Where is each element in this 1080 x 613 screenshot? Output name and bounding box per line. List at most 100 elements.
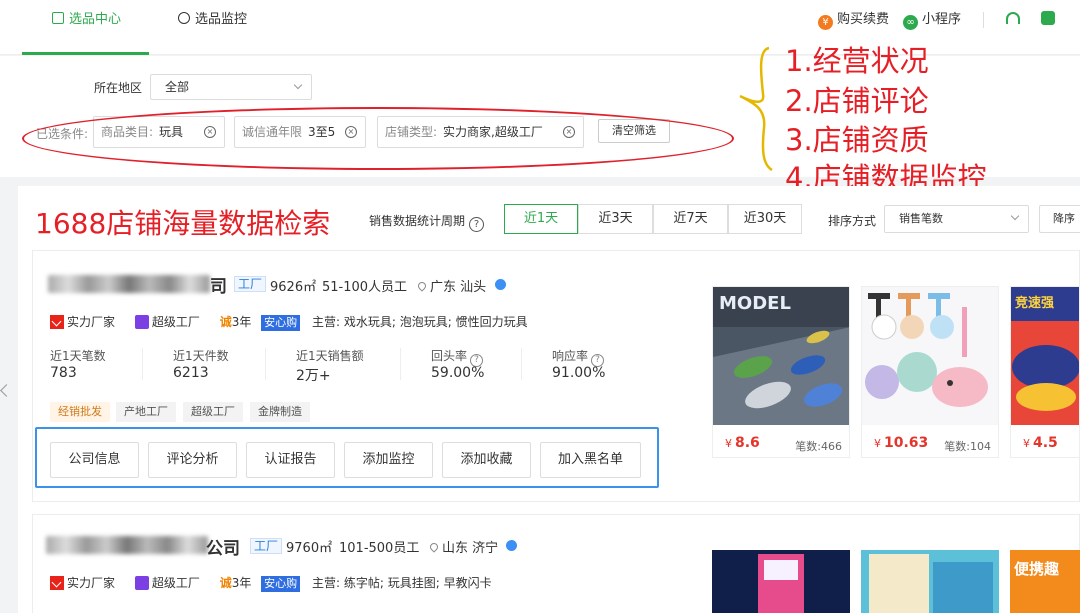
product-sales: 笔数:466 [795,438,842,454]
svg-text:便携趣: 便携趣 [1014,560,1060,578]
shop-staff: 101-500员工 [339,537,419,556]
headset-icon [1006,12,1020,24]
super-factory-icon [135,315,149,329]
period-30d[interactable]: 近30天 [728,204,802,234]
stat-label: 近1天销售额 [296,347,364,364]
product-card[interactable]: MODEL ¥8.6 笔数:466 [712,286,850,458]
location-icon [416,280,427,291]
customer-service-button[interactable] [1006,10,1020,30]
headline-annotation: 1688店铺海量数据检索 [35,202,330,242]
period-1d[interactable]: 近1天 [504,204,578,234]
stat-label: 近1天笔数 [50,347,106,364]
main-products: 主营: 练字帖; 玩具挂图; 早教闪卡 [312,576,492,590]
add-monitor-button[interactable]: 添加监控 [344,442,433,478]
product-image [862,287,999,425]
sort-label: 排序方式 [828,212,876,229]
buy-renew-link[interactable]: ¥购买续费 [818,10,889,30]
product-image[interactable] [712,550,850,613]
stat-value: 59.00% [431,365,484,381]
shop-area: 9760㎡ [286,537,332,556]
stat-label: 近1天件数 [173,347,229,364]
chip: 产地工厂 [116,402,176,422]
svg-text:竞速强: 竞速强 [1015,295,1054,311]
product-image[interactable] [861,550,999,613]
badge-row: 实力厂家 超级工厂 诚3年 安心购 主营: 戏水玩具; 泡泡玩具; 惯性回力玩具 [50,313,528,331]
product-image: MODEL [713,287,850,425]
period-7d[interactable]: 近7天 [653,204,728,234]
period-label: 销售数据统计周期? [369,212,484,232]
cheng-icon: 诚 [220,576,232,590]
brace-annotation [736,44,776,174]
strength-icon [50,315,64,329]
annotation-2: 2.店铺评论 [785,78,929,120]
product-card[interactable]: ¥10.63 笔数:104 [861,286,999,458]
period-3d[interactable]: 近3天 [578,204,653,234]
person-icon [178,12,190,24]
stat-label: 回头率? [431,347,483,367]
region-select[interactable]: 全部 [150,74,312,100]
yen-icon: ¥ [818,15,833,30]
divider [400,348,401,380]
product-price: ¥8.6 [725,435,760,451]
chip: 经销批发 [50,402,110,422]
chevron-down-icon [1011,212,1019,220]
review-analysis-button[interactable]: 评论分析 [148,442,237,478]
sort-select[interactable]: 销售笔数 [884,205,1029,233]
product-price: ¥4.5 [1023,435,1058,451]
divider [983,12,984,28]
chip: 超级工厂 [183,402,243,422]
blurred-shop-name [48,275,210,293]
shop-area: 9626㎡ [270,276,316,295]
region-label: 所在地区 [94,79,142,96]
chevron-down-icon [294,81,302,89]
chip: 金牌制造 [250,402,310,422]
divider [142,348,143,380]
factory-tag: 工厂 [250,538,282,554]
shop-staff: 51-100人员工 [322,276,407,295]
super-factory-icon [135,576,149,590]
add-blacklist-button[interactable]: 加入黑名单 [540,442,641,478]
stat-value: 2万+ [296,365,331,385]
annotation-1: 1.经营状况 [785,38,929,80]
strength-icon [50,576,64,590]
product-price: ¥10.63 [874,435,928,451]
miniapp-icon: ∞ [903,15,918,30]
shop-location: 广东 汕头 [418,276,486,295]
company-info-button[interactable]: 公司信息 [50,442,139,478]
main-products: 主营: 戏水玩具; 泡泡玩具; 惯性回力玩具 [312,315,528,329]
product-image: 竞速强 [1011,287,1080,425]
svg-text:MODEL: MODEL [719,293,791,314]
product-image[interactable]: 便携趣 [1010,550,1080,613]
annotation-3: 3.店铺资质 [785,117,929,159]
divider [521,348,522,380]
edit-icon [1041,11,1055,25]
factory-tag: 工厂 [234,276,266,292]
add-favorite-button[interactable]: 添加收藏 [442,442,531,478]
shop-name[interactable]: 司 [210,272,227,297]
shop-name[interactable]: 公司 [206,534,240,559]
shop-location: 山东 济宁 [430,537,498,556]
xin-badge: 安心购 [261,315,300,331]
sort-order-select[interactable]: 降序 [1039,205,1080,233]
mini-program-link[interactable]: ∞小程序 [903,10,961,30]
product-sales: 笔数:104 [944,438,991,454]
edit-button[interactable] [1041,10,1055,30]
divider [265,348,266,380]
stat-value: 91.00% [552,365,605,381]
stat-label: 响应率? [552,347,604,367]
verified-icon [495,279,506,290]
tab-selection-monitor[interactable]: 选品监控 [178,0,247,55]
stat-value: 783 [50,365,77,381]
home-icon [52,12,64,24]
tab-selection-center[interactable]: 选品中心 [22,0,149,55]
help-icon[interactable]: ? [469,217,484,232]
chevron-left-icon[interactable] [0,384,13,397]
blurred-shop-name [46,536,208,554]
red-circle-annotation [22,107,734,170]
badge-row: 实力厂家 超级工厂 诚3年 安心购 主营: 练字帖; 玩具挂图; 早教闪卡 [50,574,492,592]
cheng-icon: 诚 [220,315,232,329]
verified-icon [506,540,517,551]
xin-badge: 安心购 [261,576,300,592]
product-card[interactable]: 竞速强 ¥4.5 [1010,286,1080,458]
certification-report-button[interactable]: 认证报告 [246,442,335,478]
